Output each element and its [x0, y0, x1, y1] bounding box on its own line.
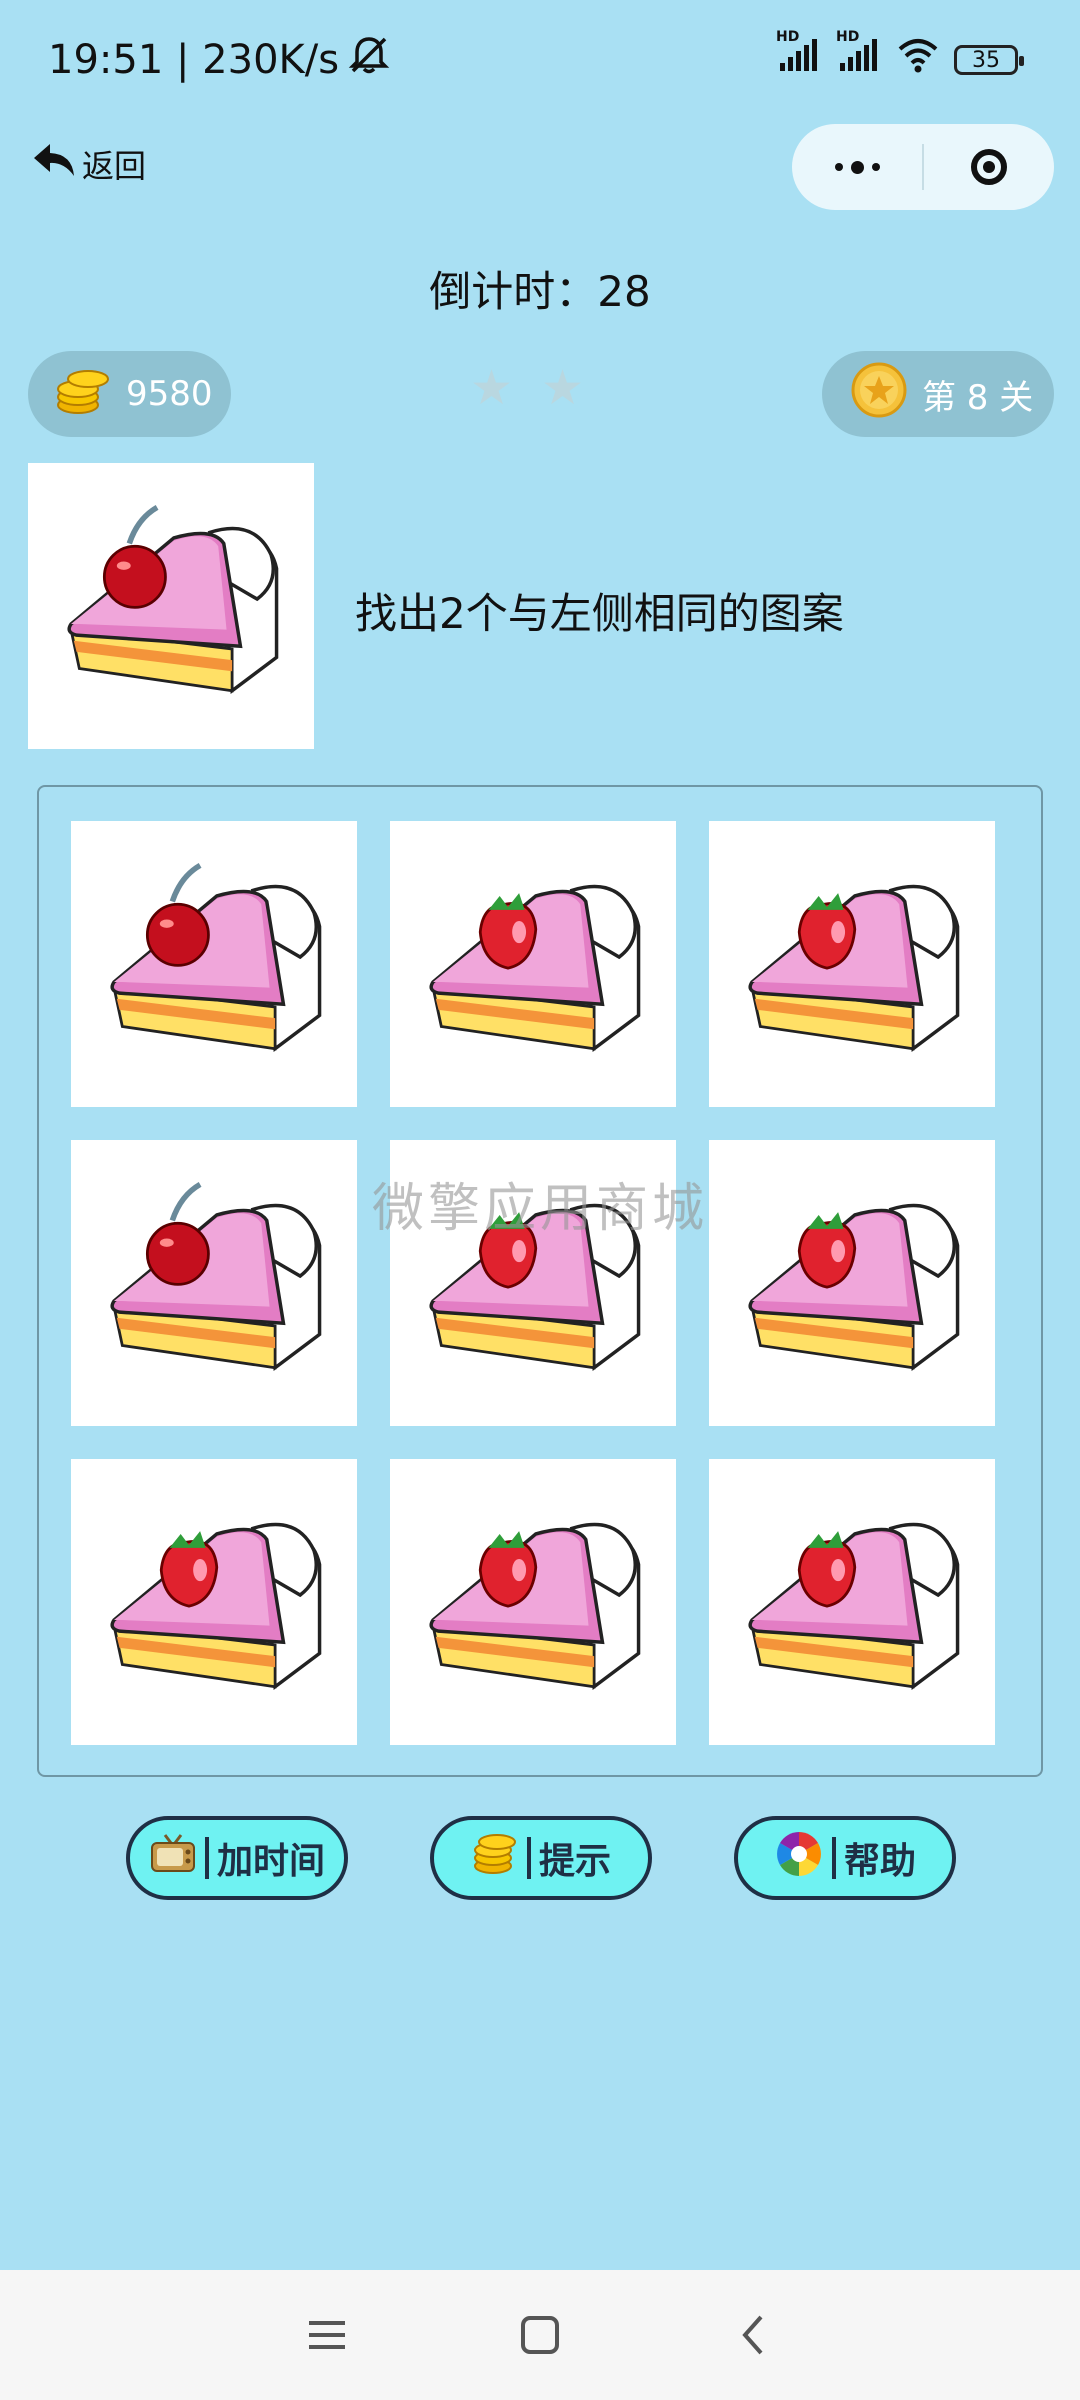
- help-label: 帮助: [843, 1841, 916, 1882]
- button-divider: [204, 1837, 209, 1879]
- menu-icon: [308, 2321, 345, 2349]
- battery-icon: 35: [954, 45, 1024, 75]
- pattern-tile-2[interactable]: [390, 821, 676, 1107]
- tv-icon: [149, 1833, 197, 1884]
- help-button[interactable]: 帮助: [734, 1816, 956, 1900]
- back-button[interactable]: 返回: [32, 140, 146, 188]
- strawberry-cake-icon: [110, 1522, 322, 1691]
- level-medal-icon: [850, 361, 908, 428]
- pattern-tile-3[interactable]: [709, 821, 995, 1107]
- system-nav-bar: [0, 2270, 1080, 2400]
- cherry-cake-icon: [67, 504, 279, 695]
- cherry-cake-icon: [110, 1181, 322, 1372]
- countdown-timer: 倒计时：28: [429, 267, 651, 316]
- status-bar: 19:51 | 230K/s HD HD 35: [0, 0, 1080, 120]
- coins-badge: 9580: [28, 351, 231, 437]
- home-button[interactable]: [500, 2295, 580, 2375]
- coin-stack-icon: [54, 363, 112, 426]
- strawberry-cake-icon: [429, 1522, 641, 1691]
- more-button[interactable]: [792, 124, 922, 210]
- button-divider: [831, 1837, 836, 1879]
- hint-label: 提示: [538, 1841, 611, 1882]
- strawberry-cake-icon: [748, 884, 960, 1053]
- target-pattern-card: [28, 463, 314, 749]
- strawberry-cake-icon: [429, 884, 641, 1053]
- star-rating: ★ ★: [470, 364, 584, 412]
- signal-hd-label: HD: [836, 29, 860, 45]
- strawberry-cake-icon: [429, 1203, 641, 1372]
- home-square-icon: [520, 2316, 559, 2354]
- star-icon: ★: [470, 360, 514, 416]
- back-label: 返回: [82, 147, 147, 185]
- chevron-left-icon: [742, 2315, 763, 2355]
- add-time-label: 加时间: [216, 1841, 325, 1882]
- status-time-speed: 19:51 | 230K/s: [48, 37, 340, 83]
- back-arrow-icon: [32, 140, 76, 188]
- more-dots-icon: [834, 160, 880, 174]
- add-time-button[interactable]: 加时间: [126, 1816, 348, 1900]
- button-divider: [526, 1837, 531, 1879]
- hint-button[interactable]: 提示: [430, 1816, 652, 1900]
- menu-button[interactable]: [287, 2295, 367, 2375]
- color-wheel-icon: [774, 1829, 824, 1888]
- battery-level: 35: [972, 47, 1000, 73]
- strawberry-cake-icon: [748, 1203, 960, 1372]
- wifi-icon: [896, 37, 940, 83]
- instruction-text: 找出2个与左侧相同的图案: [355, 589, 844, 638]
- star-icon: ★: [541, 360, 585, 416]
- system-back-button[interactable]: [713, 2295, 793, 2375]
- pattern-tile-9[interactable]: [709, 1459, 995, 1745]
- level-label: 第 8 关: [922, 377, 1034, 418]
- cellular-signal-icon: HD: [776, 29, 822, 83]
- signal-hd-label: HD: [776, 29, 800, 45]
- pattern-tile-4[interactable]: [71, 1140, 357, 1426]
- coins-count: 9580: [126, 374, 213, 414]
- mini-program-capsule: [792, 124, 1054, 210]
- level-badge: 第 8 关: [822, 351, 1054, 437]
- pattern-tile-8[interactable]: [390, 1459, 676, 1745]
- pattern-tile-6[interactable]: [709, 1140, 995, 1426]
- close-target-icon: [971, 149, 1007, 185]
- cherry-cake-icon: [110, 862, 322, 1053]
- mute-bell-icon: [347, 35, 391, 85]
- coin-stack-icon: [471, 1832, 519, 1885]
- close-button[interactable]: [924, 124, 1054, 210]
- cellular-signal-icon: HD: [836, 29, 882, 83]
- pattern-tile-7[interactable]: [71, 1459, 357, 1745]
- strawberry-cake-icon: [748, 1522, 960, 1691]
- pattern-tile-1[interactable]: [71, 821, 357, 1107]
- pattern-tile-5[interactable]: [390, 1140, 676, 1426]
